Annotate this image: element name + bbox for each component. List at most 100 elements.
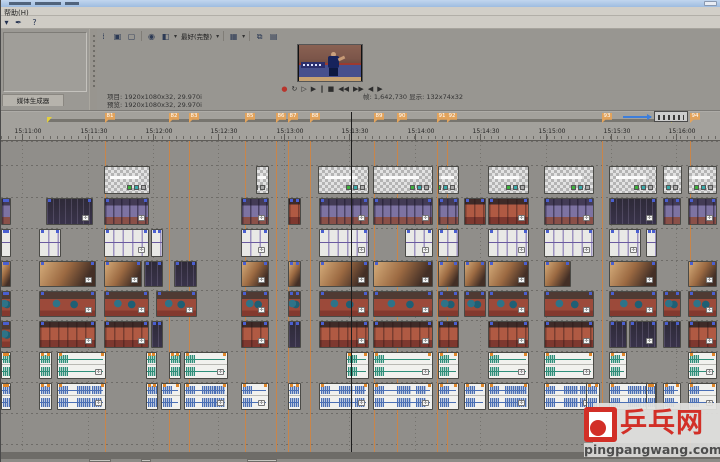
audio-event-clip[interactable]: ✛ xyxy=(57,383,106,410)
video-event-clip[interactable] xyxy=(663,321,681,348)
tab-media-generators[interactable]: 媒体生成器 xyxy=(2,94,64,106)
video-event-clip[interactable] xyxy=(464,291,486,317)
video-event-clip[interactable]: ✛ xyxy=(609,291,657,317)
video-event-clip[interactable]: ✛ xyxy=(544,291,594,317)
event-pan-crop-icon[interactable]: ✛ xyxy=(518,369,525,375)
save-frame-icon[interactable]: ▤ xyxy=(268,31,279,42)
event-pan-crop-icon[interactable]: ✛ xyxy=(583,247,590,253)
video-event-clip[interactable] xyxy=(288,261,301,287)
video-event-clip[interactable]: ✛ xyxy=(319,198,369,225)
video-event-clip[interactable]: ✛ xyxy=(609,229,641,257)
event-pan-crop-icon[interactable]: ✛ xyxy=(95,369,102,375)
audio-event-clip[interactable] xyxy=(39,383,52,410)
play-from-start-icon[interactable]: ▷ xyxy=(301,85,306,94)
dropdown-caret-icon[interactable]: ▾ xyxy=(174,33,177,40)
event-fx-button-icon[interactable] xyxy=(443,185,448,190)
video-event-clip[interactable]: ✛ xyxy=(405,229,433,257)
audio-event-clip[interactable]: ✛ xyxy=(184,383,228,410)
event-pan-crop-icon[interactable]: ✛ xyxy=(422,400,429,406)
event-pan-crop-icon[interactable]: ✛ xyxy=(258,247,265,253)
event-pan-crop-icon[interactable]: ✛ xyxy=(95,400,102,406)
edit-cursor[interactable] xyxy=(351,112,352,452)
audio-event-clip[interactable] xyxy=(146,383,158,410)
event-fx-button-icon[interactable] xyxy=(256,185,258,190)
event-pan-crop-icon[interactable]: ✛ xyxy=(518,247,525,253)
go-to-start-icon[interactable]: ◀◀ xyxy=(338,85,349,94)
loop-region-start-handle[interactable] xyxy=(47,117,52,123)
video-event-clip[interactable] xyxy=(1,321,11,348)
title-event-clip[interactable] xyxy=(609,166,657,194)
event-fx-button-icon[interactable] xyxy=(694,185,699,190)
video-event-clip[interactable]: ✛ xyxy=(488,261,529,287)
event-pan-crop-icon[interactable]: ✛ xyxy=(646,307,653,313)
video-event-clip[interactable] xyxy=(663,198,681,225)
event-pan-crop-icon[interactable]: ✛ xyxy=(186,307,193,313)
video-event-clip[interactable]: ✛ xyxy=(373,261,433,287)
event-pan-crop-icon[interactable]: ✛ xyxy=(358,338,365,344)
audio-event-clip[interactable]: ✛ xyxy=(57,352,106,379)
event-fx-button-icon[interactable] xyxy=(648,185,653,190)
video-event-clip[interactable] xyxy=(144,261,163,287)
video-event-clip[interactable]: ✛ xyxy=(241,229,269,257)
event-pan-crop-icon[interactable]: ✛ xyxy=(82,215,89,221)
loop-region-bar[interactable] xyxy=(47,119,672,122)
video-event-clip[interactable]: ✛ xyxy=(241,321,269,348)
video-event-clip[interactable] xyxy=(151,229,163,257)
video-event-clip[interactable]: ✛ xyxy=(319,321,369,348)
audio-event-clip[interactable]: ✛ xyxy=(688,352,717,379)
event-pan-crop-icon[interactable]: ✛ xyxy=(358,400,365,406)
video-event-clip[interactable]: ✛ xyxy=(104,291,149,317)
event-pan-crop-icon[interactable]: ✛ xyxy=(138,338,145,344)
marker-bar[interactable]: 81828385868788899091929394 xyxy=(1,112,720,125)
event-pan-crop-icon[interactable]: ✛ xyxy=(217,400,224,406)
event-pan-crop-icon[interactable]: ✛ xyxy=(706,338,713,344)
video-event-clip[interactable]: ✛ xyxy=(319,261,369,287)
preview-mode-icon[interactable]: ◧ xyxy=(160,31,171,42)
video-event-clip[interactable]: ✛ xyxy=(609,261,657,287)
event-pan-crop-icon[interactable]: ✛ xyxy=(646,338,653,344)
title-event-clip[interactable] xyxy=(104,166,150,194)
audio-event-clip[interactable] xyxy=(438,383,459,410)
audio-event-clip[interactable] xyxy=(146,352,157,379)
video-event-clip[interactable]: ✛ xyxy=(241,261,269,287)
video-event-clip[interactable]: ✛ xyxy=(319,229,369,257)
audio-event-clip[interactable]: ✛ xyxy=(488,383,529,410)
marker-name-box[interactable] xyxy=(654,111,688,122)
title-event-clip[interactable] xyxy=(438,166,459,194)
event-pan-crop-icon[interactable]: ✛ xyxy=(706,277,713,283)
event-fx-button-icon[interactable] xyxy=(666,185,671,190)
stop-icon[interactable]: ■ xyxy=(328,85,335,94)
dock-grip-icon[interactable]: ⁞ xyxy=(98,31,109,42)
video-event-clip[interactable]: ✛ xyxy=(373,291,433,317)
event-pan-crop-icon[interactable]: ✛ xyxy=(583,307,590,313)
event-pan-crop-icon[interactable]: ✛ xyxy=(646,215,653,221)
event-pan-crop-icon[interactable]: ✛ xyxy=(358,277,365,283)
event-pan-crop-icon[interactable]: ✛ xyxy=(583,369,590,375)
video-event-clip[interactable] xyxy=(438,229,459,257)
video-event-clip[interactable]: ✛ xyxy=(241,291,269,317)
video-event-clip[interactable]: ✛ xyxy=(544,229,594,257)
audio-event-clip[interactable]: ✛ xyxy=(488,352,529,379)
event-pan-crop-icon[interactable]: ✛ xyxy=(518,277,525,283)
event-pan-crop-icon[interactable]: ✛ xyxy=(138,247,145,253)
event-fx-button-icon[interactable] xyxy=(701,185,706,190)
video-event-clip[interactable] xyxy=(438,198,459,225)
event-pan-crop-icon[interactable]: ✛ xyxy=(258,400,265,406)
video-event-clip[interactable] xyxy=(1,291,11,317)
overlay-grid-icon[interactable]: ▦ xyxy=(228,31,239,42)
video-event-clip[interactable] xyxy=(1,261,11,287)
video-event-clip[interactable] xyxy=(464,261,486,287)
audio-event-clip[interactable]: ✛ xyxy=(184,352,228,379)
event-fx-button-icon[interactable] xyxy=(663,185,664,190)
event-pan-crop-icon[interactable]: ✛ xyxy=(131,277,138,283)
timeline-marker-flag[interactable]: 94 xyxy=(690,113,700,123)
event-pan-crop-icon[interactable]: ✛ xyxy=(518,400,525,406)
event-fx-button-icon[interactable] xyxy=(353,185,358,190)
audio-event-clip[interactable] xyxy=(464,383,486,410)
event-pan-crop-icon[interactable]: ✛ xyxy=(85,338,92,344)
title-event-clip[interactable] xyxy=(488,166,529,194)
event-pan-crop-icon[interactable]: ✛ xyxy=(518,215,525,221)
audio-event-clip[interactable] xyxy=(346,352,369,379)
video-event-clip[interactable]: ✛ xyxy=(104,229,149,257)
video-event-clip[interactable]: ✛ xyxy=(688,291,717,317)
